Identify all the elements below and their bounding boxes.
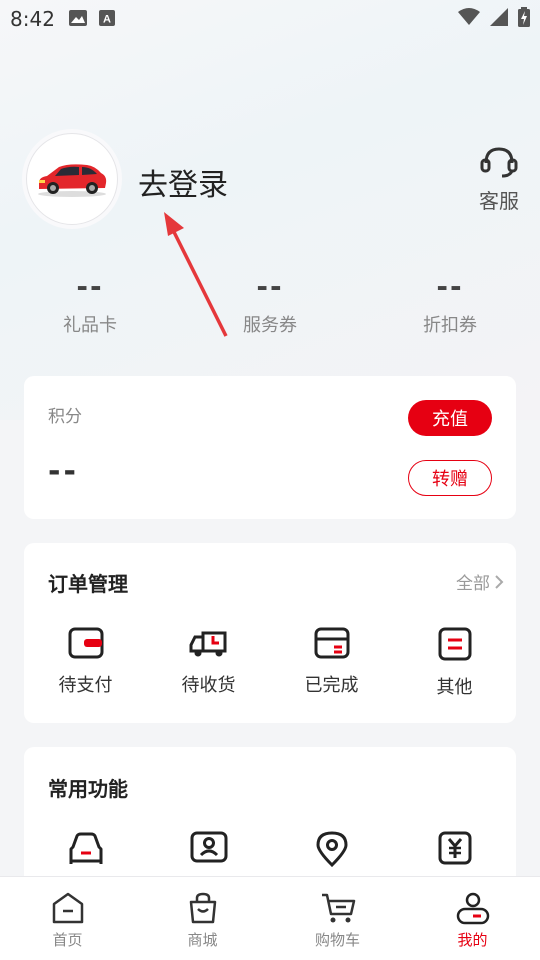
order-completed[interactable]: 已完成 <box>270 627 393 699</box>
points-card: 积分 -- 充值 转赠 <box>24 376 516 519</box>
id-card-icon <box>190 831 227 863</box>
customer-service-button[interactable]: 客服 <box>474 145 524 214</box>
order-pending-payment[interactable]: 待支付 <box>24 627 147 699</box>
tab-label: 购物车 <box>314 931 360 949</box>
signal-icon <box>490 7 508 31</box>
tab-mine[interactable]: 我的 <box>405 877 540 960</box>
tab-home[interactable]: 首页 <box>0 877 135 960</box>
car-icon <box>69 832 102 864</box>
image-icon <box>68 7 87 31</box>
wifi-icon <box>458 7 480 31</box>
yuan-icon <box>438 831 471 865</box>
tab-label: 我的 <box>457 931 488 949</box>
orders-all-label: 全部 <box>456 574 490 594</box>
tab-label: 首页 <box>52 931 83 949</box>
orders-title: 订单管理 <box>48 572 128 596</box>
stat-gift-card[interactable]: -- 礼品卡 <box>0 270 180 337</box>
battery-icon <box>518 6 530 32</box>
bottom-tab-bar: 首页 商城 购物车 我的 <box>0 876 540 960</box>
stat-label: 礼品卡 <box>63 315 117 336</box>
box-icon <box>314 627 349 659</box>
order-item-label: 已完成 <box>304 675 359 696</box>
stat-value: -- <box>76 270 104 303</box>
function-location[interactable] <box>270 831 393 867</box>
svg-text:A: A <box>103 14 111 26</box>
cart-icon <box>321 893 355 923</box>
tab-label: 商城 <box>187 931 218 949</box>
headset-icon <box>480 147 518 178</box>
order-item-label: 其他 <box>436 677 473 698</box>
a-badge-icon: A <box>98 7 115 31</box>
car-avatar-icon <box>38 164 107 197</box>
transfer-button[interactable]: 转赠 <box>408 460 492 496</box>
orders-all-link[interactable]: 全部 <box>456 569 504 594</box>
login-link[interactable]: 去登录 <box>138 160 228 204</box>
tab-mall[interactable]: 商城 <box>135 877 270 960</box>
location-icon <box>315 831 348 867</box>
common-title: 常用功能 <box>48 777 128 801</box>
chevron-right-icon <box>495 574 504 589</box>
function-id-card[interactable] <box>147 831 270 867</box>
service-label: 客服 <box>479 189 519 213</box>
user-icon <box>456 892 489 925</box>
tab-cart[interactable]: 购物车 <box>270 877 405 960</box>
avatar[interactable] <box>26 133 118 225</box>
shopping-bag-icon <box>189 892 216 924</box>
points-label: 积分 <box>48 407 82 427</box>
wallet-icon <box>68 627 103 659</box>
common-icon-row <box>24 831 516 867</box>
order-pending-delivery[interactable]: 待收货 <box>147 627 270 699</box>
status-bar: 8:42 A <box>0 0 540 38</box>
stats-row: -- 礼品卡 -- 服务券 -- 折扣券 <box>0 270 540 337</box>
stat-discount-coupon[interactable]: -- 折扣券 <box>360 270 540 337</box>
stat-value: -- <box>436 270 464 303</box>
orders-card: 订单管理 全部 待支付 待收货 已完成 其他 <box>24 543 516 723</box>
points-value: -- <box>48 454 79 489</box>
truck-icon <box>189 631 226 657</box>
orders-icon-row: 待支付 待收货 已完成 其他 <box>24 627 516 699</box>
recharge-button[interactable]: 充值 <box>408 400 492 436</box>
stat-label: 服务券 <box>243 315 297 336</box>
home-icon <box>52 892 83 924</box>
order-other[interactable]: 其他 <box>393 627 516 699</box>
list-icon <box>438 627 471 661</box>
stat-service-voucher[interactable]: -- 服务券 <box>180 270 360 337</box>
function-payment[interactable] <box>393 831 516 867</box>
stat-value: -- <box>256 270 284 303</box>
order-item-label: 待收货 <box>181 675 236 696</box>
function-my-car[interactable] <box>24 831 147 867</box>
status-time: 8:42 <box>10 7 55 31</box>
order-item-label: 待支付 <box>58 675 113 696</box>
stat-label: 折扣券 <box>423 315 477 336</box>
